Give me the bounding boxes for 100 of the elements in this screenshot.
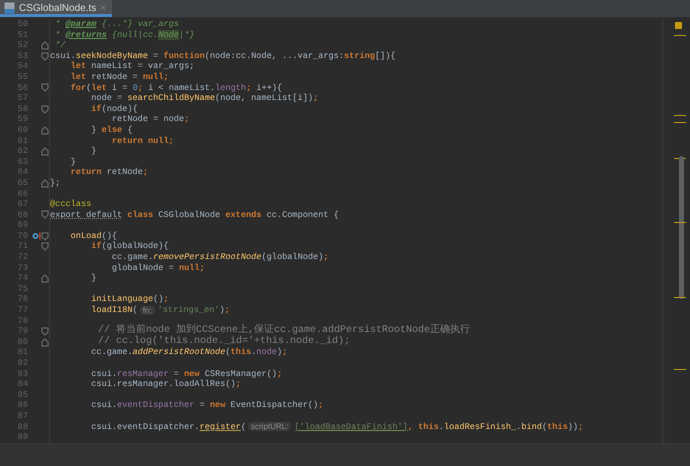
function-name: searchChildByName: [127, 93, 216, 104]
fold-marker-icon[interactable]: [41, 178, 49, 188]
line-number: 83: [16, 368, 28, 380]
keyword: if: [90, 104, 102, 114]
keyword: ;: [184, 114, 190, 125]
file-tab[interactable]: CSGlobalNode.ts ×: [0, 0, 112, 17]
line-number: 87: [16, 410, 28, 422]
code-text: ): [276, 347, 282, 358]
line-number: 64: [16, 167, 28, 178]
keyword: ;: [282, 347, 288, 358]
keyword: else: [102, 124, 122, 136]
code-text: (globalNode): [261, 252, 324, 263]
keyword: null;: [142, 72, 169, 83]
parameter-hint: fn:: [140, 306, 155, 315]
code-text: i++){: [255, 82, 282, 94]
line-number: 85: [16, 390, 28, 400]
number-literal: 0: [132, 82, 138, 94]
fold-marker-icon[interactable]: [41, 242, 49, 252]
function-name: removePersistRootNode: [153, 252, 262, 263]
line-number: 57: [16, 93, 28, 104]
keyword: return null;: [110, 136, 174, 146]
code-text: retNode = node: [110, 114, 184, 125]
fold-marker-icon[interactable]: [41, 52, 49, 61]
code-text: cc.Component {: [266, 210, 339, 220]
line-number: 79: [16, 326, 28, 337]
line-number: 52: [16, 40, 28, 51]
keyword: ;: [323, 252, 329, 263]
code-text: csui.: [90, 400, 118, 411]
code-text: nameList = var_args;: [90, 61, 194, 72]
code-text: csui.resManager.loadAllRes(): [90, 379, 236, 390]
decorator: @ccclass: [50, 199, 92, 210]
line-number: 61: [16, 136, 28, 146]
fold-marker-icon[interactable]: [41, 83, 49, 92]
line-number: 63: [16, 156, 28, 168]
fold-marker-icon[interactable]: [41, 232, 49, 241]
keyword: let: [70, 72, 86, 83]
file-icon: [4, 2, 15, 14]
function-name: register: [200, 422, 241, 432]
line-number: 77: [16, 305, 28, 316]
keyword: extends: [225, 210, 262, 220]
keyword: this: [547, 422, 568, 432]
fold-marker-icon[interactable]: [41, 274, 49, 284]
line-number: 58: [16, 104, 28, 114]
keyword: return: [70, 167, 102, 178]
function-name: loadResFinish_: [444, 422, 516, 432]
code-text: =: [172, 368, 180, 380]
property-name: length: [215, 82, 246, 94]
code-text: (: [225, 347, 231, 358]
code-text: (node:cc.Node, ...var_args:: [204, 50, 344, 62]
function-name: seekNodeByName: [76, 50, 148, 62]
fold-marker-icon[interactable]: [41, 146, 49, 156]
keyword: ;: [138, 82, 143, 94]
code-text: retNode =: [90, 72, 139, 83]
code-text: (){: [102, 230, 118, 242]
fold-marker-icon[interactable]: [41, 126, 49, 135]
function-name: initLanguage: [90, 294, 154, 306]
doc-comment: *: [54, 19, 62, 30]
keyword: ;: [163, 294, 169, 306]
fold-marker-icon[interactable]: [41, 338, 49, 347]
code-text: =: [152, 50, 160, 62]
string-literal: ['loadBaseDataFinish']: [294, 422, 408, 432]
keyword: null;: [178, 262, 205, 274]
code-text: (: [132, 305, 138, 316]
code-text: =: [198, 400, 206, 411]
line-number: 53: [16, 50, 28, 62]
code-comment: // cc.log('this.node._id='+this.node._id);: [97, 336, 350, 348]
line-number: 62: [16, 146, 28, 157]
line-number: 84: [16, 379, 28, 390]
code-text: []){: [374, 50, 396, 62]
fold-marker-icon[interactable]: [41, 327, 49, 336]
line-number: 68: [16, 210, 28, 220]
code-text: }: [90, 146, 96, 157]
fold-marker-icon[interactable]: [41, 210, 49, 220]
keyword: ;: [236, 379, 241, 390]
keyword: for: [70, 82, 86, 94]
code-text: .: [438, 422, 444, 432]
keyword: ;: [246, 82, 252, 94]
keyword: let: [91, 82, 107, 94]
line-number: 78: [16, 316, 28, 326]
override-icon[interactable]: [32, 232, 41, 240]
line-number: 89: [16, 432, 28, 443]
line-number: 72: [16, 252, 28, 263]
function-name: loadI18N: [90, 305, 133, 316]
code-text: (: [86, 82, 92, 94]
keyword: export default: [50, 210, 122, 220]
code-text: csui.eventDispatcher.: [90, 422, 200, 432]
code-comment: // 将当前node 加到CCScene上,保证cc.game.addPersistRootNode正确执行: [97, 326, 470, 336]
code-text: node =: [90, 93, 124, 104]
line-number: 66: [16, 188, 28, 200]
code-text: EventDispatcher(): [230, 400, 318, 411]
keyword: ;: [313, 93, 318, 104]
code-text: csui.: [50, 50, 76, 62]
line-number: 75: [16, 284, 28, 294]
code-text: CSResManager(): [204, 368, 277, 380]
keyword: new: [184, 368, 200, 380]
fold-marker-icon[interactable]: [41, 40, 49, 50]
fold-marker-icon[interactable]: [41, 104, 49, 114]
code-text: }: [70, 156, 76, 168]
line-number: 60: [16, 124, 28, 136]
keyword: ;: [578, 422, 584, 432]
